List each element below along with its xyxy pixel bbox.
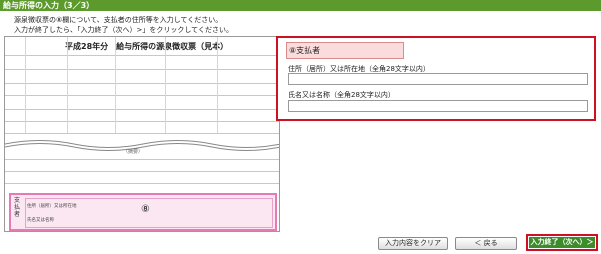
form-column-rule: [165, 37, 166, 133]
form-rule: [5, 133, 279, 134]
circled-8-marker: ⑧: [141, 204, 150, 215]
payer-address-label: 住所（居所）又は所在地: [27, 204, 77, 209]
instruction-line-2: 入力が終了したら、「入力終了（次へ）>」をクリックしてください。: [14, 26, 233, 34]
form-rule: [5, 95, 279, 96]
instruction-line-1: 源泉徴収票の⑧欄について、支払者の住所等を入力してください。: [14, 16, 223, 24]
form-column-rule: [67, 37, 68, 133]
form-rule: [5, 109, 279, 110]
payer-name-label: 氏名又は名称: [27, 218, 54, 223]
finish-input-next-button[interactable]: 入力終了（次へ）＞: [526, 234, 598, 251]
form-column-rule: [217, 37, 218, 133]
form-rule: [5, 183, 279, 184]
payer-input-panel: ⑧支払者 住所（居所）又は所在地（全角28文字以内） 氏名又は名称（全角28文字…: [276, 36, 596, 121]
form-rule: [5, 55, 279, 56]
form-column-rule: [115, 37, 116, 133]
finish-input-next-label: 入力終了（次へ）＞: [529, 237, 595, 248]
instructions: 源泉徴収票の⑧欄について、支払者の住所等を入力してください。 入力が終了したら、…: [14, 15, 233, 35]
name-input[interactable]: [288, 100, 588, 112]
form-rule: [5, 159, 279, 160]
page-title: 給与所得の入力（3／3）: [0, 0, 601, 11]
form-rule: [5, 69, 279, 70]
payer-side-label: 支払者: [14, 197, 21, 218]
payer-section-highlight: 支払者 住所（居所）又は所在地 氏名又は名称 ⑧: [9, 193, 277, 231]
address-input[interactable]: [288, 73, 588, 85]
form-column-rule: [25, 37, 26, 133]
sample-title: 平成28年分 給与所得の源泉徴収票（見本）: [65, 42, 229, 51]
clear-input-button[interactable]: 入力内容をクリア: [378, 237, 448, 250]
name-label: 氏名又は名称（全角28文字以内）: [288, 91, 395, 99]
form-rule: [5, 171, 279, 172]
back-button[interactable]: ＜ 戻る: [455, 237, 517, 250]
summary-label: （摘要）: [123, 149, 144, 155]
withholding-slip-sample: 平成28年分 給与所得の源泉徴収票（見本） （摘要） 支払者 住所（居所）又は所…: [4, 36, 280, 232]
form-rule: [5, 121, 279, 122]
payer-section-label: ⑧支払者: [286, 42, 404, 59]
form-rule: [5, 83, 279, 84]
